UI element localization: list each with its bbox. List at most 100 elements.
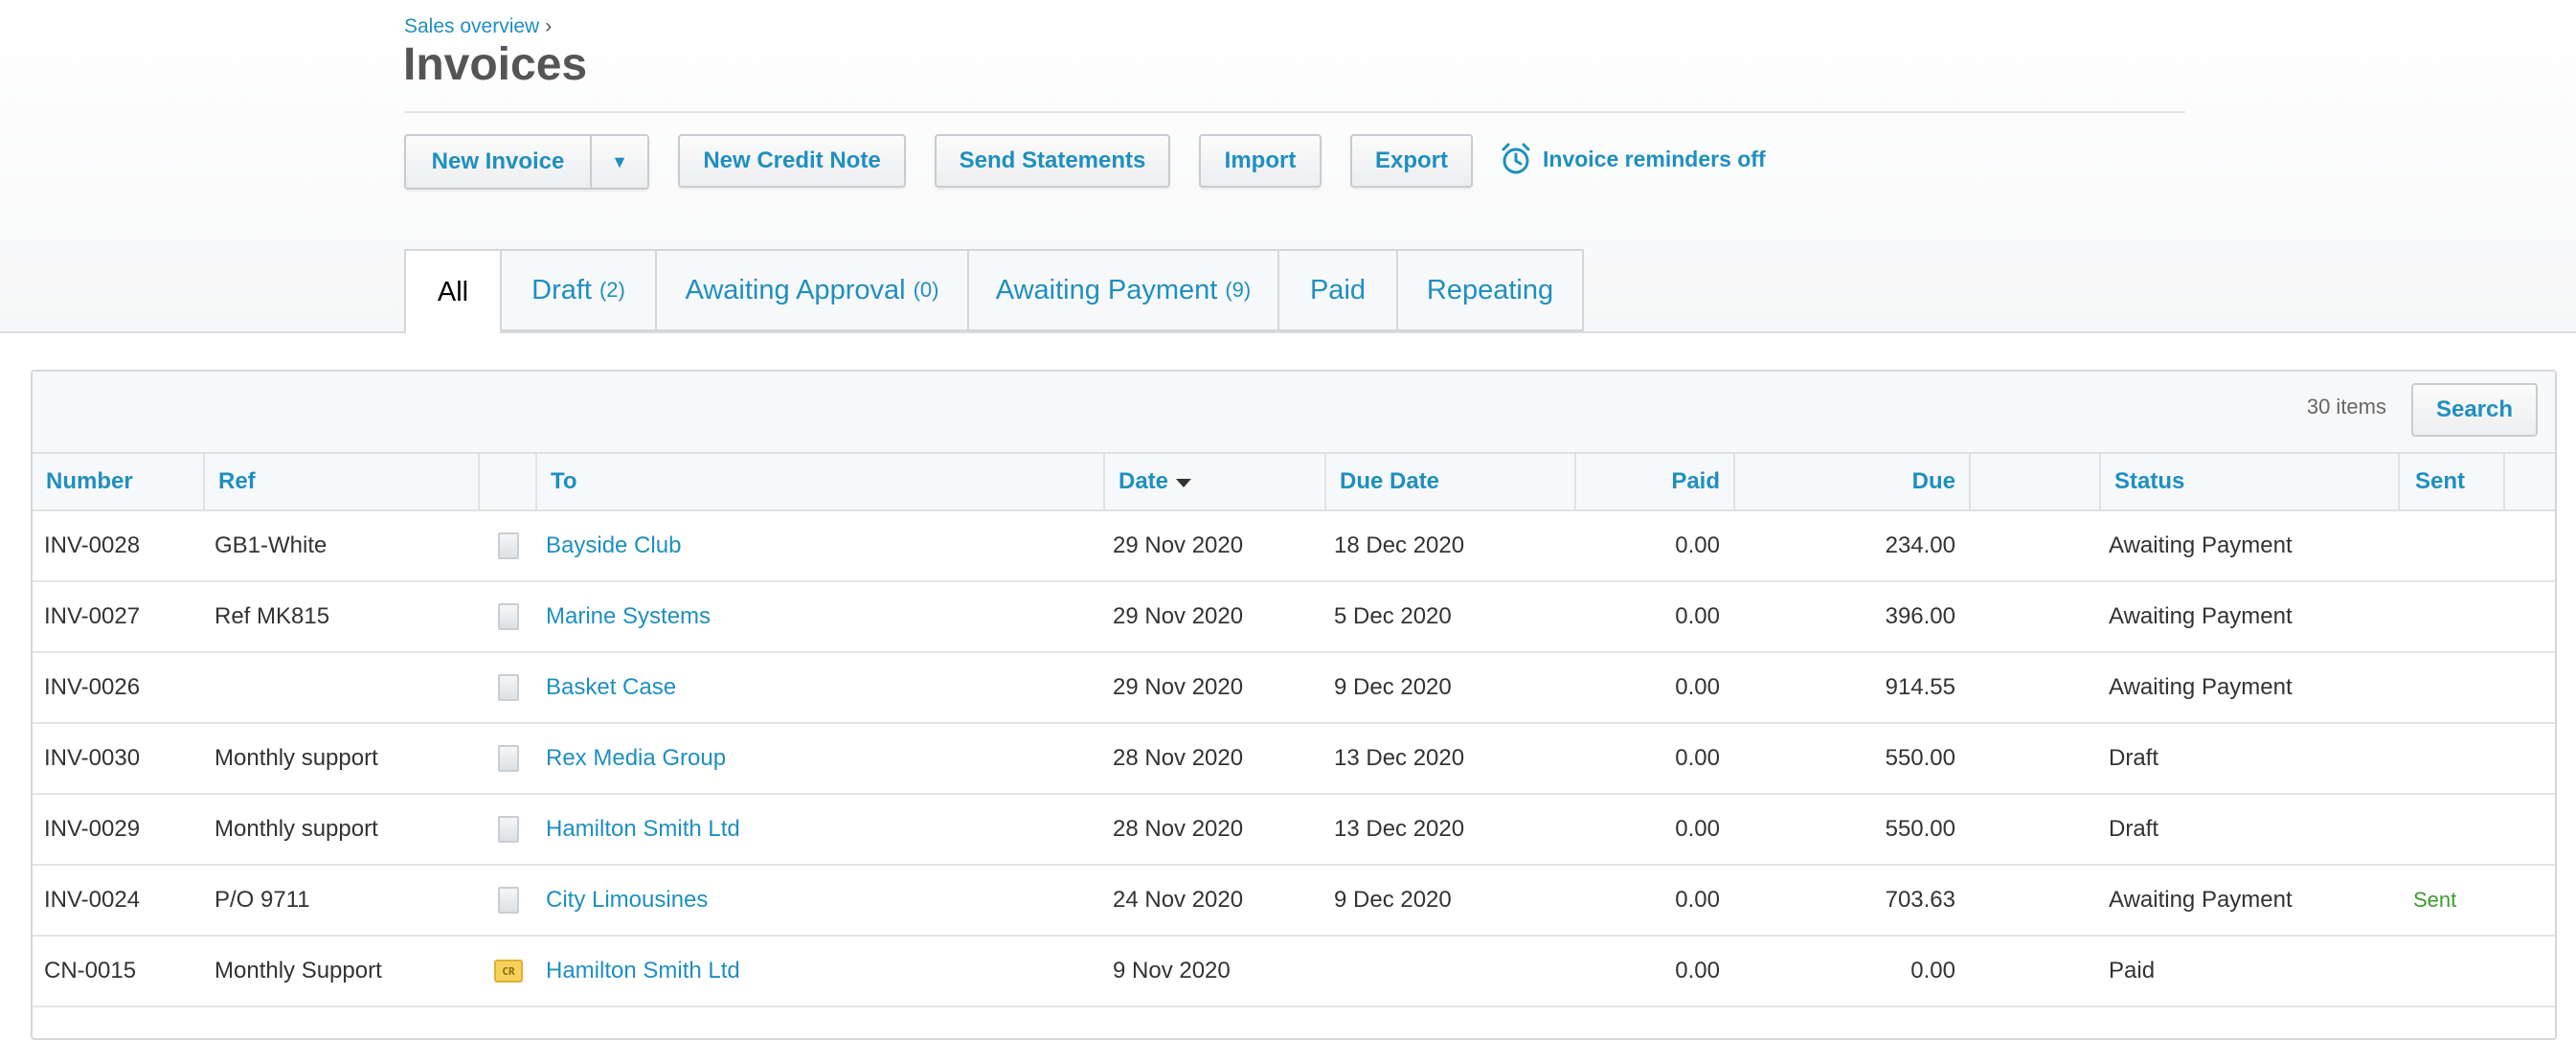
cell-to-link[interactable]: Basket Case xyxy=(546,674,676,701)
cell-sent xyxy=(2413,724,2505,793)
table-row[interactable]: INV-0027 Ref MK815 Marine Systems 29 Nov 20… xyxy=(33,582,2555,653)
column-status-label: Status xyxy=(2114,468,2185,494)
new-credit-note-button[interactable]: New Credit Note xyxy=(678,134,906,188)
tab-awaiting-approval[interactable]: Awaiting Approval (0) xyxy=(655,249,967,331)
column-sent-label: Sent xyxy=(2415,468,2466,494)
cell-due-date: 9 Dec 2020 xyxy=(1334,674,1452,700)
cell-due: 234.00 xyxy=(1735,511,1955,580)
cell-due-date: 5 Dec 2020 xyxy=(1334,603,1452,629)
column-to-label: To xyxy=(551,468,577,494)
cell-status: Draft xyxy=(2109,795,2400,864)
column-sent[interactable]: Sent xyxy=(2400,454,2505,509)
cell-due: 234.00 xyxy=(1885,532,1955,558)
sort-descending-icon xyxy=(1176,479,1192,487)
list-toolbar: 30 items Search xyxy=(33,372,2555,454)
cell-to-link[interactable]: Marine Systems xyxy=(546,603,711,630)
breadcrumb-sales-overview[interactable]: Sales overview xyxy=(404,15,539,37)
tab-draft[interactable]: Draft (2) xyxy=(500,249,655,331)
cell-paid: 0.00 xyxy=(1576,653,1720,722)
cell-due: 550.00 xyxy=(1735,724,1955,793)
cell-number: INV-0029 xyxy=(44,795,205,864)
cell-paid: 0.00 xyxy=(1576,795,1720,864)
table-row[interactable]: INV-0028 GB1-White Bayside Club 29 Nov 2020… xyxy=(33,511,2555,582)
cell-date: 29 Nov 2020 xyxy=(1113,603,1244,629)
column-date-label: Date xyxy=(1119,468,1169,494)
tab-awaiting-approval-count: (0) xyxy=(913,278,939,302)
breadcrumb[interactable]: Sales overview › xyxy=(404,15,552,38)
tab-paid[interactable]: Paid xyxy=(1277,249,1396,331)
cell-number: INV-0026 xyxy=(44,674,141,700)
tab-repeating[interactable]: Repeating xyxy=(1396,249,1584,331)
cell-status: Awaiting Payment xyxy=(2109,532,2293,558)
cell-to-link[interactable]: Rex Media Group xyxy=(546,745,726,772)
table-row[interactable]: INV-0026 Basket Case 29 Nov 2020 9 Dec 2020… xyxy=(33,653,2555,724)
new-invoice-button[interactable]: New Invoice xyxy=(406,136,592,188)
cell-due: 703.63 xyxy=(1735,866,1955,935)
cell-ref: P/O 9711 xyxy=(215,887,310,913)
cell-sent xyxy=(2413,795,2505,864)
column-to[interactable]: To xyxy=(537,454,1105,509)
send-statements-button[interactable]: Send Statements xyxy=(935,134,1170,188)
cell-to: Basket Case xyxy=(546,653,1105,722)
cell-due: 0.00 xyxy=(1910,958,1955,983)
cell-status: Paid xyxy=(2109,937,2400,1006)
table-row[interactable]: CN-0015 Monthly Support CR Hamilton Smith L… xyxy=(33,937,2555,1007)
cell-to: Rex Media Group xyxy=(546,724,1105,793)
cell-status: Awaiting Payment xyxy=(2109,866,2400,935)
cell-number: INV-0026 xyxy=(44,653,205,722)
cell-status: Paid xyxy=(2109,958,2156,983)
cell-to-link[interactable]: City Limousines xyxy=(546,887,708,914)
cell-due: 914.55 xyxy=(1885,674,1955,700)
breadcrumb-separator: › xyxy=(545,15,553,37)
column-date[interactable]: Date xyxy=(1105,454,1326,509)
cell-due-date: 18 Dec 2020 xyxy=(1334,511,1576,580)
cell-to-link[interactable]: Hamilton Smith Ltd xyxy=(546,816,740,843)
import-button[interactable]: Import xyxy=(1199,134,1322,188)
cell-due: 396.00 xyxy=(1885,603,1955,629)
column-paid[interactable]: Paid xyxy=(1576,454,1735,509)
cell-number: CN-0015 xyxy=(44,958,137,983)
items-count: 30 items xyxy=(2306,395,2386,418)
cell-status: Draft xyxy=(2109,816,2159,842)
table-row[interactable]: INV-0024 P/O 9711 City Limousines 24 Nov 20… xyxy=(33,866,2555,937)
cell-due: 703.63 xyxy=(1885,887,1955,913)
tab-awaiting-payment[interactable]: Awaiting Payment (9) xyxy=(967,249,1277,331)
tab-all[interactable]: All xyxy=(404,249,500,333)
column-paid-label: Paid xyxy=(1671,468,1720,494)
new-invoice-split-button[interactable]: New Invoice ▼ xyxy=(404,134,649,190)
title-divider xyxy=(404,111,2185,113)
search-button[interactable]: Search xyxy=(2411,383,2538,437)
column-due[interactable]: Due xyxy=(1735,454,1971,509)
tab-repeating-label: Repeating xyxy=(1426,274,1554,305)
column-due-date[interactable]: Due Date xyxy=(1326,454,1576,509)
export-button[interactable]: Export xyxy=(1350,134,1473,188)
cell-due-date: 13 Dec 2020 xyxy=(1334,745,1465,771)
column-ref[interactable]: Ref xyxy=(205,454,480,509)
cell-sent xyxy=(2413,937,2505,1006)
cell-attachment xyxy=(480,582,537,651)
cell-sent xyxy=(2413,582,2505,651)
cell-to: Hamilton Smith Ltd xyxy=(546,937,1105,1006)
caret-down-icon: ▼ xyxy=(611,151,628,171)
cell-due-date: 13 Dec 2020 xyxy=(1334,795,1576,864)
new-invoice-dropdown-button[interactable]: ▼ xyxy=(592,136,647,188)
column-blank xyxy=(1971,454,2101,509)
cell-due: 550.00 xyxy=(1885,745,1955,771)
cell-due-date: 9 Dec 2020 xyxy=(1334,866,1576,935)
table-row[interactable]: INV-0030 Monthly support Rex Media Group 28… xyxy=(33,724,2555,795)
table-header: Number Ref To Date Due Date Paid Due Sta… xyxy=(33,454,2555,511)
cell-status: Draft xyxy=(2109,724,2400,793)
cell-to-link[interactable]: Bayside Club xyxy=(546,532,681,559)
table-row[interactable]: INV-0029 Monthly support Hamilton Smith Lt… xyxy=(33,795,2555,866)
column-number[interactable]: Number xyxy=(33,454,205,509)
cell-paid: 0.00 xyxy=(1675,603,1720,629)
page-title: Invoices xyxy=(403,39,588,90)
invoice-reminders-link[interactable]: Invoice reminders off xyxy=(1499,142,1766,176)
cell-due-date: 13 Dec 2020 xyxy=(1334,724,1576,793)
cell-due: 550.00 xyxy=(1735,795,1955,864)
cell-status: Awaiting Payment xyxy=(2109,653,2400,722)
column-status[interactable]: Status xyxy=(2101,454,2400,509)
cell-paid: 0.00 xyxy=(1675,674,1720,700)
cell-to-link[interactable]: Hamilton Smith Ltd xyxy=(546,958,740,984)
cell-paid: 0.00 xyxy=(1576,511,1720,580)
